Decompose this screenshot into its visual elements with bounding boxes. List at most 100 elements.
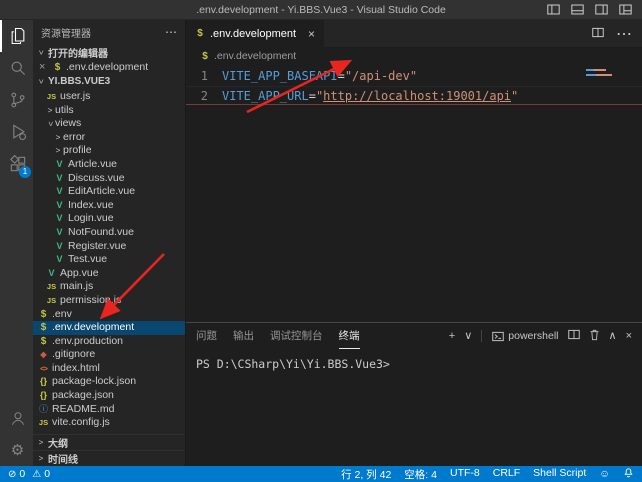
tree-item-profile[interactable]: >profile [33, 144, 185, 158]
tree-item-vite-config-js[interactable]: JSvite.config.js [33, 416, 185, 430]
tree-item-test-vue[interactable]: VTest.vue [33, 253, 185, 267]
terminal-icon [492, 331, 504, 342]
breadcrumb-item[interactable]: .env.development [214, 50, 296, 62]
new-terminal-icon[interactable]: + [449, 331, 455, 342]
error-icon: ⊘ [8, 469, 16, 480]
tree-item-views[interactable]: >views [33, 117, 185, 131]
tree-item-index-html[interactable]: <>index.html [33, 362, 185, 376]
run-debug-icon[interactable] [0, 116, 33, 148]
tree-item-label: .env.production [52, 335, 123, 349]
open-editors-list: ×$.env.development [33, 61, 185, 73]
status-item-crlf[interactable]: CRLF [493, 467, 520, 482]
tree-item-register-vue[interactable]: VRegister.vue [33, 240, 185, 254]
tab-env-development[interactable]: $ .env.development × [186, 20, 324, 47]
vue-file-icon: V [53, 158, 66, 172]
vue-file-icon: V [53, 199, 66, 213]
toggle-sidebar-icon[interactable] [547, 4, 560, 15]
panel-actions: + ∨ powershell ∧ × [449, 323, 632, 349]
tree-item-env[interactable]: $.env [33, 308, 185, 322]
toggle-secondary-sidebar-icon[interactable] [595, 4, 608, 15]
more-actions-icon[interactable]: ⋯ [616, 24, 632, 44]
env-file-icon: $ [51, 62, 64, 73]
open-editor-item[interactable]: ×$.env.development [33, 61, 185, 73]
titlebar-actions [547, 4, 642, 15]
shell-label: powershell [508, 330, 558, 342]
tree-item-app-vue[interactable]: VApp.vue [33, 267, 185, 281]
chevron-down-icon[interactable]: ∨ [464, 331, 472, 342]
section-header-[interactable]: >大纲 [33, 434, 185, 450]
terminal-shell-select[interactable]: powershell [481, 330, 558, 342]
status-item-2-42[interactable]: 行 2, 列 42 [341, 467, 391, 482]
tree-item-package-json[interactable]: {}package.json [33, 389, 185, 403]
split-editor-icon[interactable] [592, 25, 604, 43]
tree-item-login-vue[interactable]: VLogin.vue [33, 212, 185, 226]
tree-item-env-production[interactable]: $.env.production [33, 335, 185, 349]
panel-tab-terminal[interactable]: 终端 [339, 323, 360, 349]
breadcrumb[interactable]: $ .env.development [186, 47, 642, 65]
notifications-bell-icon[interactable] [623, 467, 634, 481]
panel-tab-problems[interactable]: 问题 [196, 323, 217, 349]
account-icon[interactable] [0, 402, 33, 434]
extensions-icon[interactable]: 1 [0, 148, 33, 180]
section-label: 时间线 [48, 451, 78, 466]
tree-item-readme-md[interactable]: ⓘREADME.md [33, 403, 185, 417]
minimap[interactable] [586, 69, 612, 79]
code-line[interactable]: 2VITE_APP_URL="http://localhost:19001/ap… [186, 86, 642, 105]
customize-layout-icon[interactable] [619, 4, 632, 15]
tree-item-label: error [63, 131, 85, 145]
close-icon[interactable]: × [39, 61, 51, 73]
source-control-icon[interactable] [0, 84, 33, 116]
tree-item-env-development[interactable]: $.env.development [33, 321, 185, 335]
explorer-icon[interactable] [0, 20, 33, 52]
close-panel-icon[interactable]: × [626, 331, 632, 342]
status-item-4[interactable]: 空格: 4 [404, 467, 437, 482]
status-item-utf-8[interactable]: UTF-8 [450, 467, 480, 482]
minimap-line [586, 74, 612, 76]
env-file-icon: $ [37, 308, 50, 322]
problems-status[interactable]: ⊘ 0 ⚠ 0 [8, 468, 54, 480]
status-item-shell-script[interactable]: Shell Script [533, 467, 586, 482]
search-icon[interactable] [0, 52, 33, 84]
tree-item-label: EditArticle.vue [68, 185, 135, 199]
tree-item-package-lock-json[interactable]: {}package-lock.json [33, 375, 185, 389]
tree-item-main-js[interactable]: JSmain.js [33, 280, 185, 294]
tree-item-permission-js[interactable]: JSpermission.js [33, 294, 185, 308]
tree-item-discuss-vue[interactable]: VDiscuss.vue [33, 172, 185, 186]
code-line[interactable]: 1VITE_APP_BASEAPI="/api-dev" [186, 67, 642, 86]
tree-item-label: Login.vue [68, 212, 114, 226]
extensions-badge: 1 [19, 166, 31, 178]
file-tree: JSuser.js>utils>views>error>profileVArti… [33, 90, 185, 434]
tree-item-article-vue[interactable]: VArticle.vue [33, 158, 185, 172]
kill-terminal-icon[interactable] [589, 329, 600, 344]
feedback-smiley-icon[interactable]: ☺ [599, 468, 610, 480]
open-editors-section-header[interactable]: > 打开的编辑器 [33, 44, 185, 61]
tree-item-label: App.vue [60, 267, 99, 281]
settings-gear-icon[interactable]: ⚙ [0, 434, 33, 466]
vue-file-icon: V [53, 240, 66, 254]
section-header-[interactable]: >时间线 [33, 450, 185, 466]
panel-tab-output[interactable]: 输出 [233, 323, 254, 349]
tree-item-error[interactable]: >error [33, 131, 185, 145]
panel-tab-debug-console[interactable]: 调试控制台 [270, 323, 323, 349]
close-icon[interactable]: × [308, 27, 315, 41]
terminal-output[interactable]: PS D:\CSharp\Yi\Yi.BBS.Vue3> [186, 349, 642, 466]
code-editor[interactable]: 1VITE_APP_BASEAPI="/api-dev"2VITE_APP_UR… [186, 65, 642, 322]
warning-count: 0 [44, 468, 50, 480]
chevron-right-icon: > [53, 131, 63, 145]
tree-item-utils[interactable]: >utils [33, 104, 185, 118]
toggle-panel-icon[interactable] [571, 4, 584, 15]
tree-item-gitignore[interactable]: ◆.gitignore [33, 348, 185, 362]
vue-file-icon: V [53, 172, 66, 186]
tree-item-label: Register.vue [68, 240, 126, 254]
tree-item-user-js[interactable]: JSuser.js [33, 90, 185, 104]
tree-item-notfound-vue[interactable]: VNotFound.vue [33, 226, 185, 240]
more-actions-icon[interactable]: ⋯ [165, 25, 177, 39]
json-file-icon: {} [37, 375, 50, 389]
warning-icon: ⚠ [32, 469, 41, 480]
tree-item-index-vue[interactable]: VIndex.vue [33, 199, 185, 213]
project-section-header[interactable]: > YI.BBS.VUE3 [33, 73, 185, 90]
tree-item-label: README.md [52, 403, 114, 417]
split-terminal-icon[interactable] [568, 329, 580, 343]
tree-item-editarticle-vue[interactable]: VEditArticle.vue [33, 185, 185, 199]
maximize-panel-icon[interactable]: ∧ [609, 331, 617, 342]
